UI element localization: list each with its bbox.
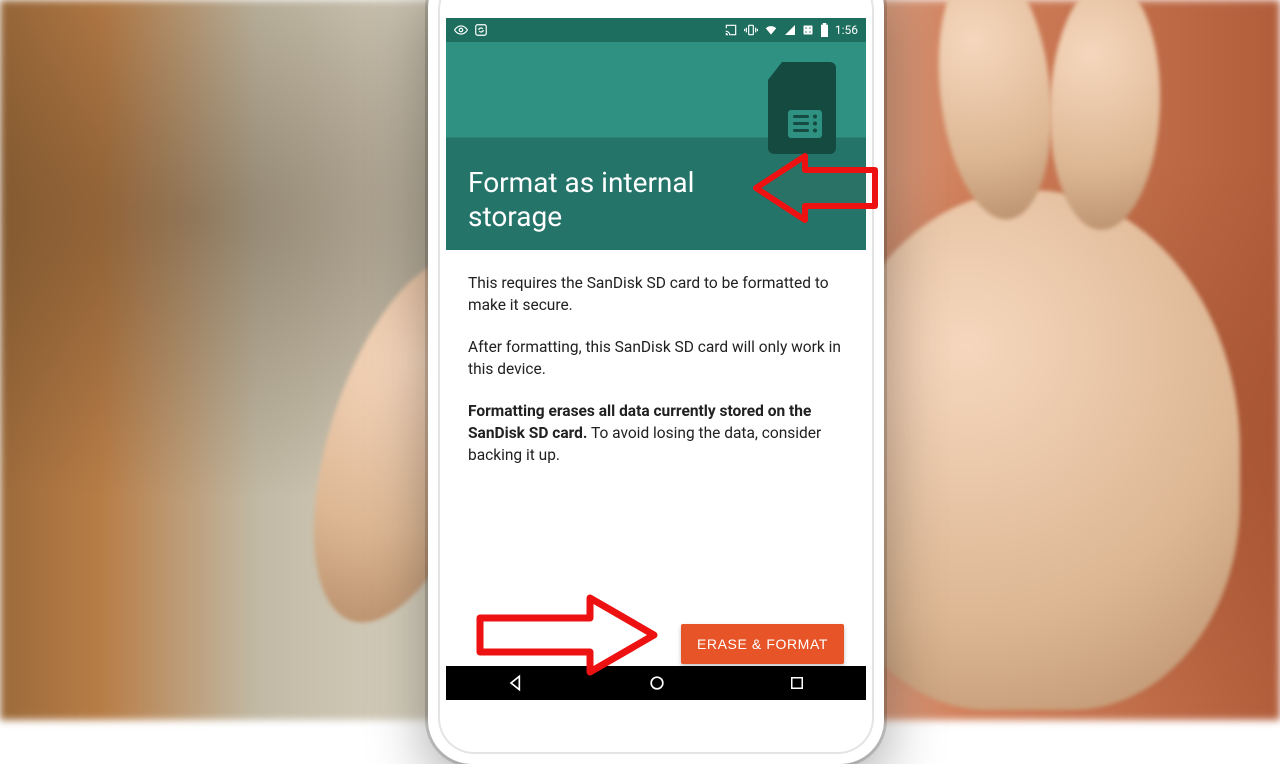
erase-format-button[interactable]: ERASE & FORMAT	[681, 624, 844, 664]
sd-card-icon	[764, 60, 840, 160]
nav-back-icon[interactable]	[506, 673, 526, 693]
paragraph-1: This requires the SanDisk SD card to be …	[468, 272, 844, 316]
header-banner: Format as internal storage	[446, 42, 866, 250]
sync-icon	[474, 23, 488, 37]
phone-frame: 1:56 Format as internal storage This re	[428, 0, 884, 764]
paragraph-2: After formatting, this SanDisk SD card w…	[468, 336, 844, 380]
phone-screen: 1:56 Format as internal storage This re	[446, 18, 866, 700]
page-title: Format as internal storage	[468, 166, 756, 234]
paragraph-3: Formatting erases all data currently sto…	[468, 400, 844, 466]
battery-icon	[820, 23, 829, 37]
nfc-icon	[802, 24, 814, 36]
status-time: 1:56	[835, 23, 858, 37]
eye-icon	[454, 23, 468, 37]
nav-home-icon[interactable]	[647, 673, 667, 693]
cast-icon	[724, 23, 738, 37]
vibrate-icon	[744, 23, 758, 37]
android-nav-bar	[446, 666, 866, 700]
wifi-icon	[764, 23, 778, 37]
status-bar: 1:56	[446, 18, 866, 42]
button-bar: ERASE & FORMAT	[446, 624, 866, 664]
signal-icon	[784, 24, 796, 36]
nav-recent-icon[interactable]	[788, 674, 806, 692]
body-text: This requires the SanDisk SD card to be …	[446, 250, 866, 466]
